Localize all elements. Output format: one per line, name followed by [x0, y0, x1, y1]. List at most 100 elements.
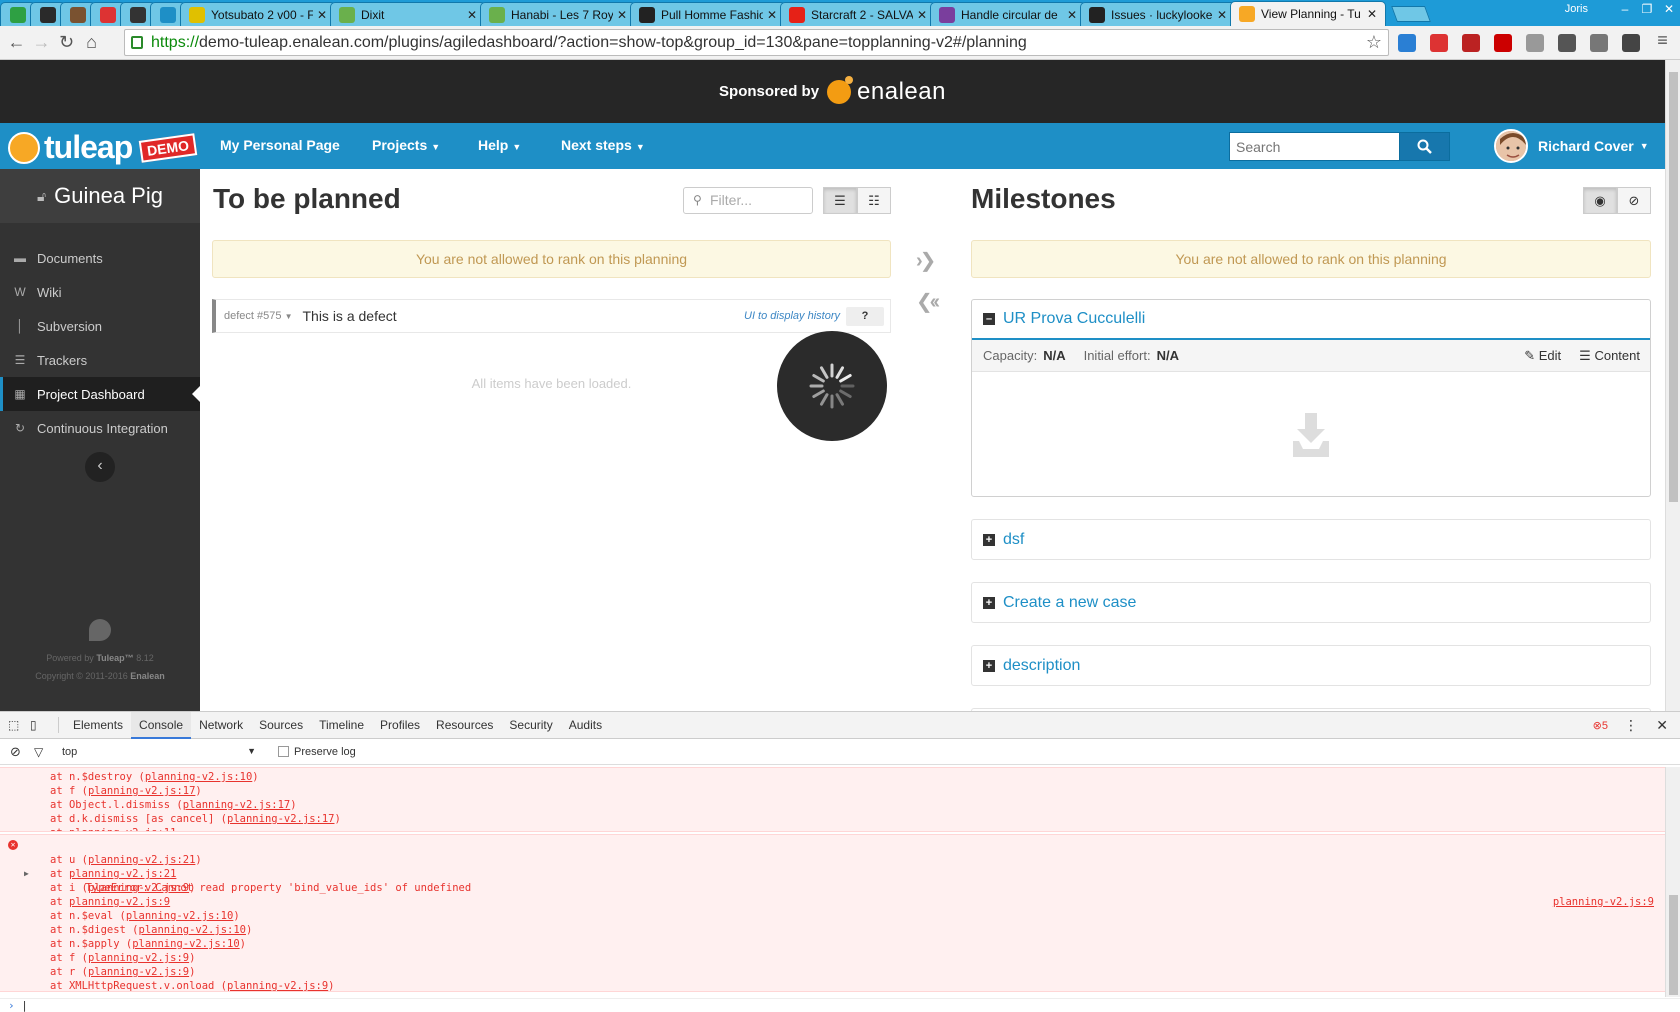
backlog-filter-input[interactable]: ⚲ Filter... — [683, 187, 813, 214]
reload-icon[interactable]: ↻ — [54, 32, 79, 53]
move-left-arrow-icon[interactable]: ❮‹‹ — [916, 289, 940, 314]
item-reference[interactable]: defect #575 ▼ — [224, 310, 292, 322]
error-count[interactable]: ⊗5 — [1593, 719, 1608, 732]
close-tab-icon[interactable]: ✕ — [617, 8, 627, 22]
stack-frame-link[interactable]: planning-v2.js:17 — [183, 799, 290, 811]
tuleap-logo[interactable]: tuleap DEMO — [8, 129, 198, 166]
close-devtools-icon[interactable]: ✕ — [1656, 717, 1668, 734]
close-tab-icon[interactable]: ✕ — [1367, 7, 1377, 21]
devtools-menu-icon[interactable]: ⋮ — [1624, 717, 1638, 734]
browser-tab[interactable]: Handle circular de ✕ — [930, 2, 1086, 26]
project-title[interactable]: 🔓︎ Guinea Pig — [0, 169, 200, 223]
close-tab-icon[interactable]: ✕ — [1067, 8, 1077, 22]
devtools-tab-timeline[interactable]: Timeline — [311, 712, 372, 739]
sidebar-item-continuous-integration[interactable]: ↻ Continuous Integration — [0, 411, 200, 445]
extension-icon[interactable] — [1494, 34, 1512, 52]
extension-icon[interactable] — [1590, 34, 1608, 52]
page-scrollbar[interactable] — [1665, 60, 1680, 711]
show-closed-button[interactable]: ◉ — [1583, 187, 1617, 214]
extension-icon[interactable] — [1462, 34, 1480, 52]
stack-frame-link[interactable]: planning-v2.js:9 — [88, 952, 189, 964]
stack-frame-link[interactable]: planning-v2.js:10 — [126, 910, 233, 922]
sponsor-brand[interactable]: enalean — [857, 78, 946, 106]
console-scrollbar[interactable] — [1665, 767, 1680, 997]
extension-icon[interactable] — [1526, 34, 1544, 52]
devtools-tab-resources[interactable]: Resources — [428, 712, 501, 739]
preserve-log-checkbox[interactable] — [278, 746, 289, 757]
back-icon[interactable]: ← — [4, 32, 29, 53]
hide-closed-button[interactable]: ⊘ — [1617, 187, 1651, 214]
close-tab-icon[interactable]: ✕ — [317, 8, 327, 22]
milestone-header[interactable]: + description — [972, 646, 1650, 686]
console-scrollbar-thumb[interactable] — [1669, 895, 1678, 995]
devtools-tab-profiles[interactable]: Profiles — [372, 712, 428, 739]
search-input[interactable] — [1229, 132, 1399, 161]
stack-frame-link[interactable]: planning-v2.js:10 — [132, 938, 239, 950]
backlog-item[interactable]: defect #575 ▼ This is a defect UI to dis… — [212, 299, 891, 333]
browser-tab[interactable]: Pull Homme Fashio ✕ — [630, 2, 786, 26]
browser-tab[interactable]: Starcraft 2 - SALVA ✕ — [780, 2, 936, 26]
window-user-badge[interactable]: Joris — [1553, 3, 1600, 15]
sidebar-item-wiki[interactable]: W Wiki — [0, 275, 200, 309]
filter-icon[interactable]: ▽ — [34, 745, 56, 759]
bookmark-star-icon[interactable]: ☆ — [1366, 32, 1382, 53]
sidebar-item-subversion[interactable]: │ Subversion — [0, 309, 200, 343]
milestone-content-button[interactable]: ☰ Content — [1579, 348, 1640, 364]
search-button[interactable] — [1399, 132, 1450, 161]
maximize-icon[interactable]: ❐ — [1636, 2, 1658, 16]
detailed-view-button[interactable]: ☰ — [823, 187, 857, 214]
stack-frame-link[interactable]: planning-v2.js:10 — [139, 924, 246, 936]
stack-frame-link[interactable]: planning-v2.js:17 — [227, 813, 334, 825]
inspect-icon[interactable]: ⬚ — [8, 718, 30, 732]
nav-projects[interactable]: Projects ▼ — [372, 137, 440, 153]
stack-frame-link[interactable]: planning-v2.js:11 — [69, 827, 176, 831]
extension-icon[interactable] — [1430, 34, 1448, 52]
address-bar[interactable]: https://demo-tuleap.enalean.com/plugins/… — [124, 29, 1389, 56]
close-window-icon[interactable]: ✕ — [1658, 2, 1680, 16]
copyright-brand[interactable]: Enalean — [130, 671, 165, 681]
compact-view-button[interactable]: ☷ — [857, 187, 891, 214]
history-link[interactable]: UI to display history — [744, 310, 840, 322]
milestone-header[interactable]: + Create a new case — [972, 583, 1650, 623]
devtools-tab-elements[interactable]: Elements — [65, 712, 131, 739]
close-tab-icon[interactable]: ✕ — [1217, 8, 1227, 22]
browser-tab[interactable]: Dixit ✕ — [330, 2, 486, 26]
home-icon[interactable]: ⌂ — [79, 32, 104, 53]
stack-frame-link[interactable]: planning-v2.js:21 — [88, 854, 195, 866]
stack-frame-link[interactable]: planning-v2.js:17 — [88, 785, 195, 797]
devtools-tab-console[interactable]: Console — [131, 711, 192, 739]
forward-icon[interactable]: → — [29, 32, 54, 53]
edit-milestone-button[interactable]: ✎ Edit — [1524, 348, 1561, 364]
browser-tab[interactable]: Yotsubato 2 v00 - F ✕ — [180, 2, 336, 26]
extension-icon[interactable] — [1398, 34, 1416, 52]
close-tab-icon[interactable]: ✕ — [917, 8, 927, 22]
expand-triangle-icon[interactable]: ▶ — [24, 867, 29, 881]
new-tab-button[interactable] — [1391, 6, 1431, 22]
stack-frame-link[interactable]: planning-v2.js:9 — [227, 980, 328, 992]
browser-tab-active[interactable]: View Planning - Tu ✕ — [1230, 1, 1386, 26]
milestone-header[interactable]: + dsf — [972, 520, 1650, 560]
close-tab-icon[interactable]: ✕ — [467, 8, 477, 22]
minimize-icon[interactable]: – — [1614, 2, 1636, 16]
sidebar-item-trackers[interactable]: ☰ Trackers — [0, 343, 200, 377]
sidebar-item-documents[interactable]: ▬ Documents — [0, 241, 200, 275]
extension-icon[interactable] — [1558, 34, 1576, 52]
sidebar-item-project-dashboard[interactable]: ▦ Project Dashboard — [0, 377, 200, 411]
devtools-tab-network[interactable]: Network — [191, 712, 251, 739]
stack-frame-link[interactable]: planning-v2.js:10 — [145, 771, 252, 783]
clear-console-icon[interactable]: ⊘ — [10, 744, 34, 760]
nav-my-personal-page[interactable]: My Personal Page — [220, 137, 340, 153]
extension-icon[interactable] — [1622, 34, 1640, 52]
error-source-link[interactable]: planning-v2.js:9 — [1553, 895, 1654, 909]
console-error-message[interactable]: ✕ ▶ TypeError: Cannot read property 'bin… — [0, 839, 1670, 908]
device-mode-icon[interactable]: ▯ — [30, 718, 58, 732]
menu-icon[interactable]: ≡ — [1650, 30, 1675, 51]
powered-brand[interactable]: Tuleap™ — [96, 653, 133, 663]
milestone-header[interactable]: – UR Prova Cucculelli — [972, 300, 1650, 340]
nav-help[interactable]: Help ▼ — [478, 137, 521, 153]
context-select[interactable]: top ▼ — [56, 746, 256, 758]
move-right-arrow-icon[interactable]: ›❯ — [916, 248, 936, 273]
stack-frame-link[interactable]: planning-v2.js:9 — [88, 966, 189, 978]
devtools-tab-security[interactable]: Security — [501, 712, 560, 739]
devtools-tab-sources[interactable]: Sources — [251, 712, 311, 739]
